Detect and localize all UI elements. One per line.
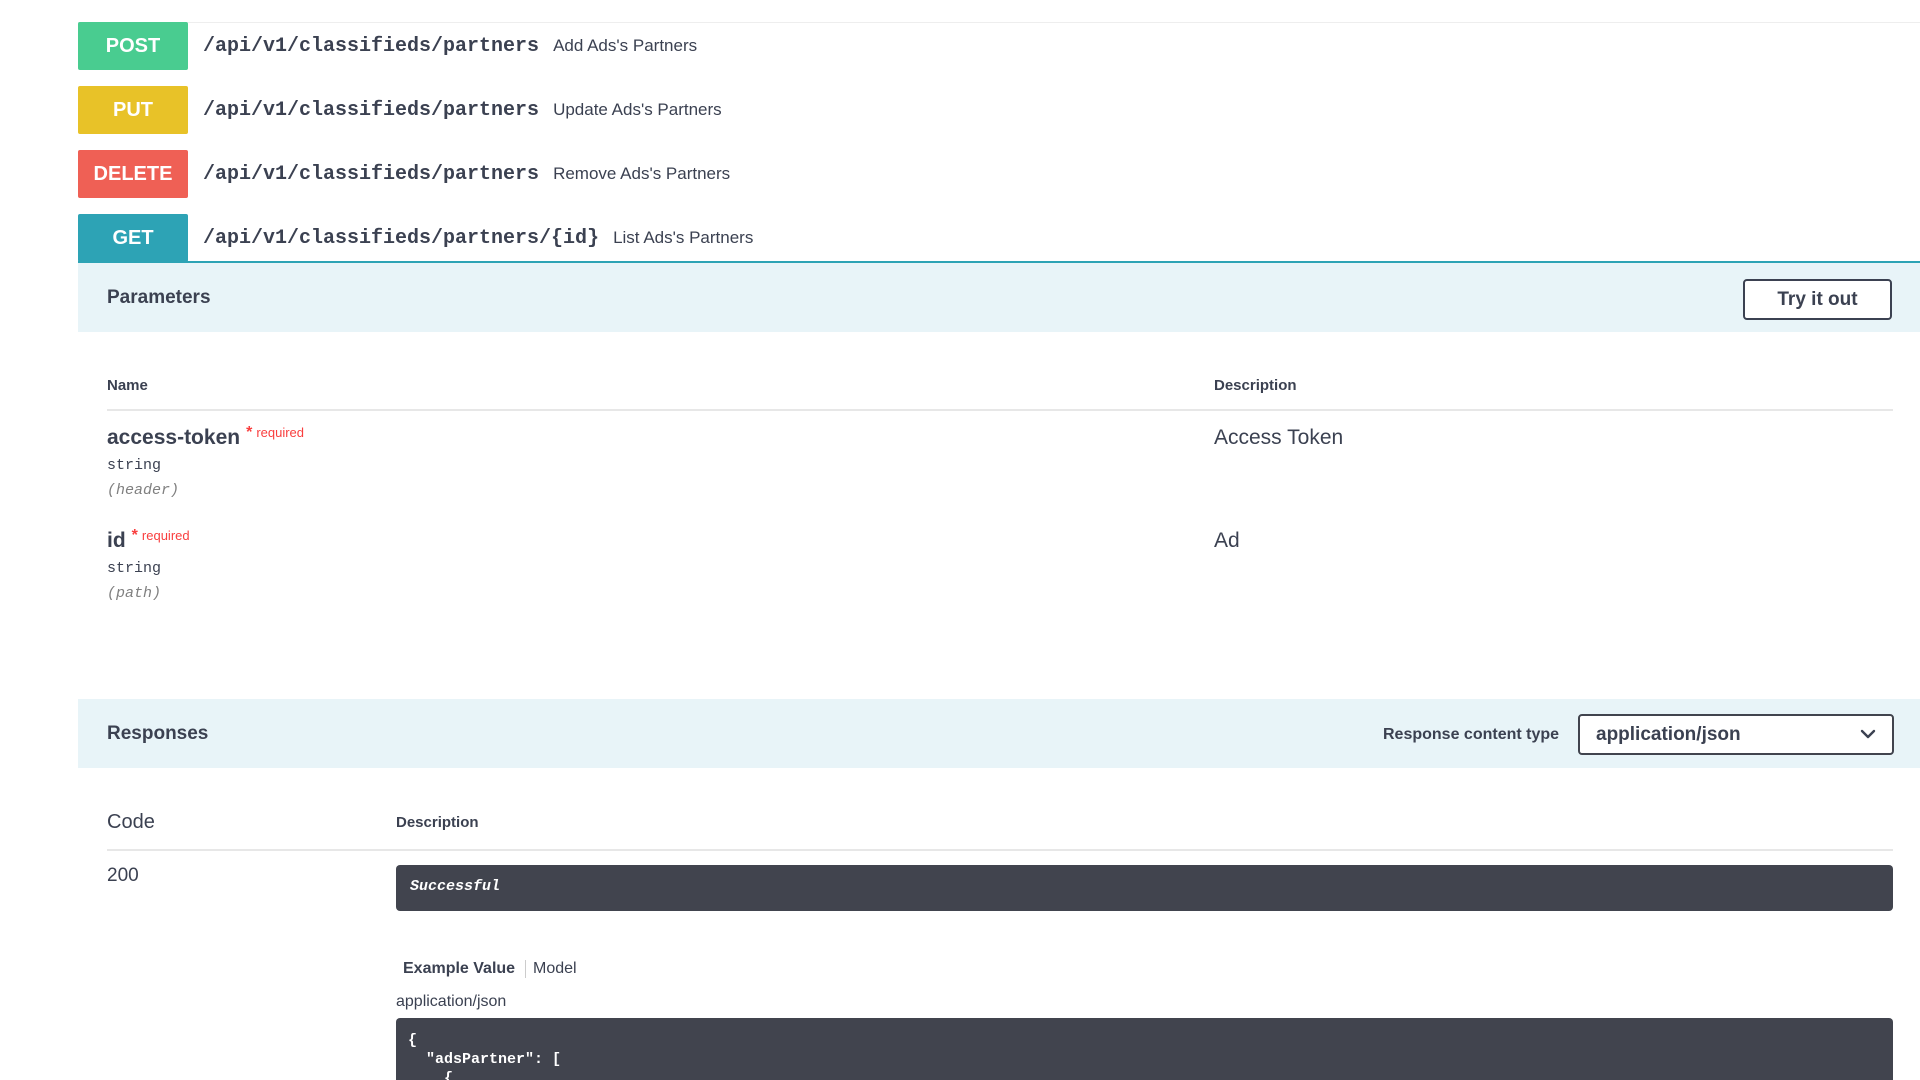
param-description: Access Token (1214, 426, 1344, 449)
code-line: { (408, 1032, 418, 1049)
operation-delete-partners[interactable]: DELETE /api/v1/classifieds/partners Remo… (78, 150, 1920, 198)
example-value-code-block: { "adsPartner": [ { (396, 1018, 1893, 1080)
parameters-header: Parameters Try it out (78, 263, 1920, 332)
param-location: (header) (107, 482, 180, 499)
method-badge-delete: DELETE (78, 150, 188, 198)
response-code: 200 (107, 865, 139, 886)
content-type-value: application/json (1596, 723, 1741, 745)
responses-title: Responses (107, 722, 209, 744)
param-name-access-token: access-token * required (107, 424, 305, 450)
param-header-rule (107, 409, 1893, 411)
param-col-name: Name (107, 377, 148, 394)
required-star: * (131, 527, 138, 544)
tab-model[interactable]: Model (533, 960, 577, 978)
param-name-id: id * required (107, 527, 190, 553)
required-star: * (246, 424, 253, 441)
code-line: { (408, 1070, 454, 1080)
response-description-text: Successful (410, 878, 501, 895)
param-col-description: Description (1214, 377, 1297, 394)
media-type-label: application/json (396, 993, 507, 1010)
operation-path: /api/v1/classifieds/partners/{id} (203, 226, 600, 250)
operation-put-partners[interactable]: PUT /api/v1/classifieds/partners Update … (78, 86, 1920, 134)
response-content-type-select[interactable]: application/json (1578, 714, 1894, 755)
method-badge-post: POST (78, 22, 188, 70)
param-location: (path) (107, 585, 162, 602)
method-badge-put: PUT (78, 86, 188, 134)
response-col-code: Code (107, 811, 155, 833)
operation-summary: List Ads's Partners (613, 228, 754, 247)
param-type: string (107, 457, 162, 474)
operation-summary: Add Ads's Partners (553, 36, 698, 55)
param-type: string (107, 560, 162, 577)
response-description-box: Successful (396, 865, 1893, 911)
response-content-type-label: Response content type (1383, 726, 1560, 743)
operation-get-partner-by-id[interactable]: GET /api/v1/classifieds/partners/{id} Li… (78, 214, 1920, 262)
operation-path: /api/v1/classifieds/partners (203, 98, 540, 122)
param-description: Ad (1214, 529, 1240, 552)
param-name-text: id (107, 529, 126, 552)
required-label: required (141, 528, 190, 543)
required-label: required (256, 425, 305, 440)
try-it-out-button[interactable]: Try it out (1743, 279, 1892, 320)
tab-example-value[interactable]: Example Value (403, 960, 515, 978)
response-col-description: Description (396, 814, 479, 831)
parameters-title: Parameters (107, 286, 211, 308)
code-line: "adsPartner": [ (408, 1051, 562, 1068)
tab-divider (525, 960, 526, 978)
param-name-text: access-token (107, 426, 241, 449)
operation-summary: Remove Ads's Partners (553, 164, 731, 183)
operation-post-partners[interactable]: POST /api/v1/classifieds/partners Add Ad… (78, 22, 1920, 70)
operation-path: /api/v1/classifieds/partners (203, 162, 540, 186)
method-badge-get: GET (78, 214, 188, 262)
operation-path: /api/v1/classifieds/partners (203, 34, 540, 58)
response-header-rule (107, 849, 1893, 851)
operation-summary: Update Ads's Partners (553, 100, 722, 119)
chevron-down-icon (1860, 726, 1876, 744)
